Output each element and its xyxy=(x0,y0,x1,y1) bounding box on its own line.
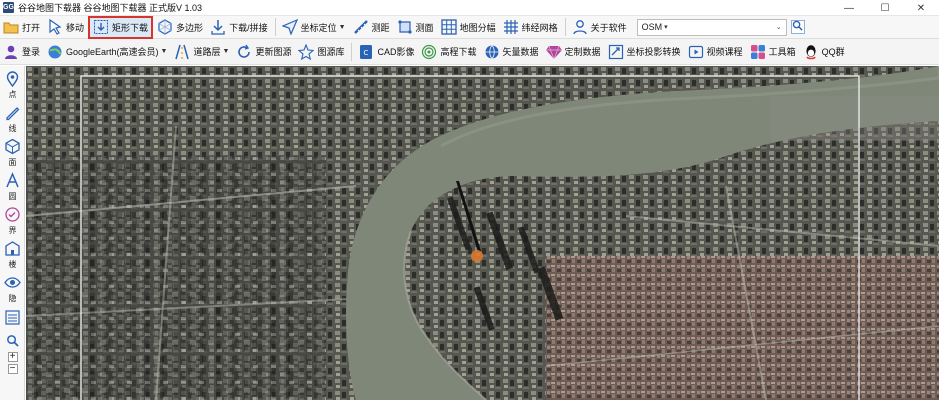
toolbar-divider xyxy=(274,18,276,36)
login-user-icon xyxy=(3,44,19,60)
layer-list-button[interactable] xyxy=(0,309,25,329)
zoom-out-button[interactable]: − xyxy=(0,364,25,374)
polygon-button[interactable]: 多边形 xyxy=(154,16,206,38)
point-pin-icon xyxy=(4,70,21,90)
draw-circle-button[interactable]: 圆 xyxy=(0,172,25,202)
elevation-icon xyxy=(421,44,437,60)
zoom-in-button[interactable]: + xyxy=(0,352,25,362)
draw-line-button[interactable]: 线 xyxy=(0,104,25,134)
zoom-out-icon: − xyxy=(7,364,18,374)
video-course-button[interactable]: 视频课程 xyxy=(685,41,746,63)
projection-convert-button[interactable]: 坐标投影转换 xyxy=(605,41,684,63)
custom-data-icon xyxy=(545,44,562,60)
search-button[interactable] xyxy=(790,20,805,34)
window-title: 谷谷地图下载器 谷谷地图下载器 正式版V 1.03 xyxy=(18,3,203,13)
map-source-caret: ▾ xyxy=(664,24,668,31)
drawing-sidebar: 点 线 面 圆 界 楼 隐 + − xyxy=(0,66,25,400)
list-icon xyxy=(4,309,21,329)
qq-icon xyxy=(803,44,819,60)
update-source-button[interactable]: 更新图源 xyxy=(233,41,294,63)
elevation-download-button[interactable]: 高程下载 xyxy=(418,41,479,63)
download-merge-icon xyxy=(210,19,226,35)
zoom-search-button[interactable] xyxy=(0,334,25,350)
rect-download-button[interactable]: 矩形下载 xyxy=(88,15,154,39)
folder-open-icon xyxy=(3,19,19,35)
download-merge-button[interactable]: 下载/拼接 xyxy=(207,16,271,38)
svg-text:C: C xyxy=(364,49,369,57)
vector-data-icon xyxy=(484,44,500,60)
googleearth-dropdown[interactable]: GoogleEarth(高速会员) ▼ xyxy=(44,41,170,63)
cad-image-icon: C xyxy=(358,44,374,60)
building-icon xyxy=(4,240,21,260)
minimize-button[interactable]: — xyxy=(831,0,867,16)
building-button[interactable]: 楼 xyxy=(0,240,25,270)
rect-download-icon xyxy=(93,19,109,35)
line-pen-icon xyxy=(4,104,21,124)
zoom-in-icon: + xyxy=(7,352,18,362)
latlon-grid-button[interactable]: 纬经网格 xyxy=(500,16,561,38)
window-controls: — ☐ ✕ xyxy=(831,0,939,16)
search-icon xyxy=(792,20,803,34)
measure-distance-button[interactable]: 测距 xyxy=(350,16,393,38)
custom-data-button[interactable]: 定制数据 xyxy=(543,41,604,63)
measure-area-button[interactable]: 测面 xyxy=(394,16,437,38)
chevron-down-icon: ⌄ xyxy=(775,24,782,31)
app-logo-icon: GG xyxy=(3,2,14,13)
hide-button[interactable]: 隐 xyxy=(0,274,25,304)
cad-image-button[interactable]: C CAD影像 xyxy=(355,41,417,63)
grid-split-icon xyxy=(440,19,457,35)
vector-data-button[interactable]: 矢量数据 xyxy=(481,41,542,63)
maximize-button[interactable]: ☐ xyxy=(867,0,903,16)
map-split-button[interactable]: 地图分幅 xyxy=(438,16,499,38)
satellite-map-view[interactable] xyxy=(26,66,939,400)
chevron-down-icon: ▼ xyxy=(338,23,346,31)
chevron-down-icon: ▼ xyxy=(160,48,168,55)
map-source-select[interactable]: OSM ▾ ⌄ xyxy=(636,18,787,36)
googleearth-icon xyxy=(47,44,63,60)
ruler-icon xyxy=(353,19,369,35)
latlon-grid-icon xyxy=(503,19,519,35)
road-layer-dropdown[interactable]: 道路层 ▼ xyxy=(171,41,232,63)
polygon-face-icon xyxy=(4,138,21,158)
title-bar: GG 谷谷地图下载器 谷谷地图下载器 正式版V 1.03 — ☐ ✕ xyxy=(0,0,939,16)
circle-a-icon xyxy=(4,172,21,192)
login-button[interactable]: 登录 xyxy=(0,41,43,63)
move-button[interactable]: 移动 xyxy=(44,16,87,38)
toolbar-divider xyxy=(351,42,353,61)
road-layer-icon xyxy=(174,44,190,60)
close-button[interactable]: ✕ xyxy=(903,0,939,16)
user-info-icon xyxy=(572,19,588,35)
map-source-value: OSM xyxy=(641,22,663,32)
source-library-button[interactable]: 图源库 xyxy=(295,41,347,63)
draw-point-button[interactable]: 点 xyxy=(0,70,25,100)
secondary-toolbar: 登录 GoogleEarth(高速会员) ▼ 道路层 ▼ 更新图源 图源库 C … xyxy=(0,39,939,65)
toolbox-button[interactable]: 工具箱 xyxy=(747,41,799,63)
cursor-move-icon xyxy=(47,19,63,35)
about-button[interactable]: 关于软件 xyxy=(569,16,630,38)
video-course-icon xyxy=(688,44,704,60)
main-toolbar: 打开 移动 矩形下载 多边形 下载/拼接 坐标定位 ▼ 测距 测面 地图分幅 纬… xyxy=(0,15,939,39)
projection-convert-icon xyxy=(608,44,624,60)
source-library-icon xyxy=(298,43,315,60)
toolbar-divider xyxy=(564,18,566,36)
toolbox-icon xyxy=(750,44,766,60)
boundary-button[interactable]: 界 xyxy=(0,206,25,236)
area-measure-icon xyxy=(397,19,413,35)
zoom-search-icon xyxy=(6,334,19,350)
refresh-source-icon xyxy=(236,44,252,60)
boundary-icon xyxy=(4,206,21,226)
chevron-down-icon: ▼ xyxy=(222,48,230,55)
locate-icon xyxy=(281,19,298,35)
open-button[interactable]: 打开 xyxy=(0,16,43,38)
polygon-icon xyxy=(157,19,173,35)
landmark-marker xyxy=(471,250,483,262)
hide-eye-icon xyxy=(4,274,21,294)
locate-dropdown[interactable]: 坐标定位 ▼ xyxy=(279,16,349,38)
map-canvas xyxy=(26,66,939,400)
qq-group-button[interactable]: QQ群 xyxy=(800,41,848,63)
draw-face-button[interactable]: 面 xyxy=(0,138,25,168)
